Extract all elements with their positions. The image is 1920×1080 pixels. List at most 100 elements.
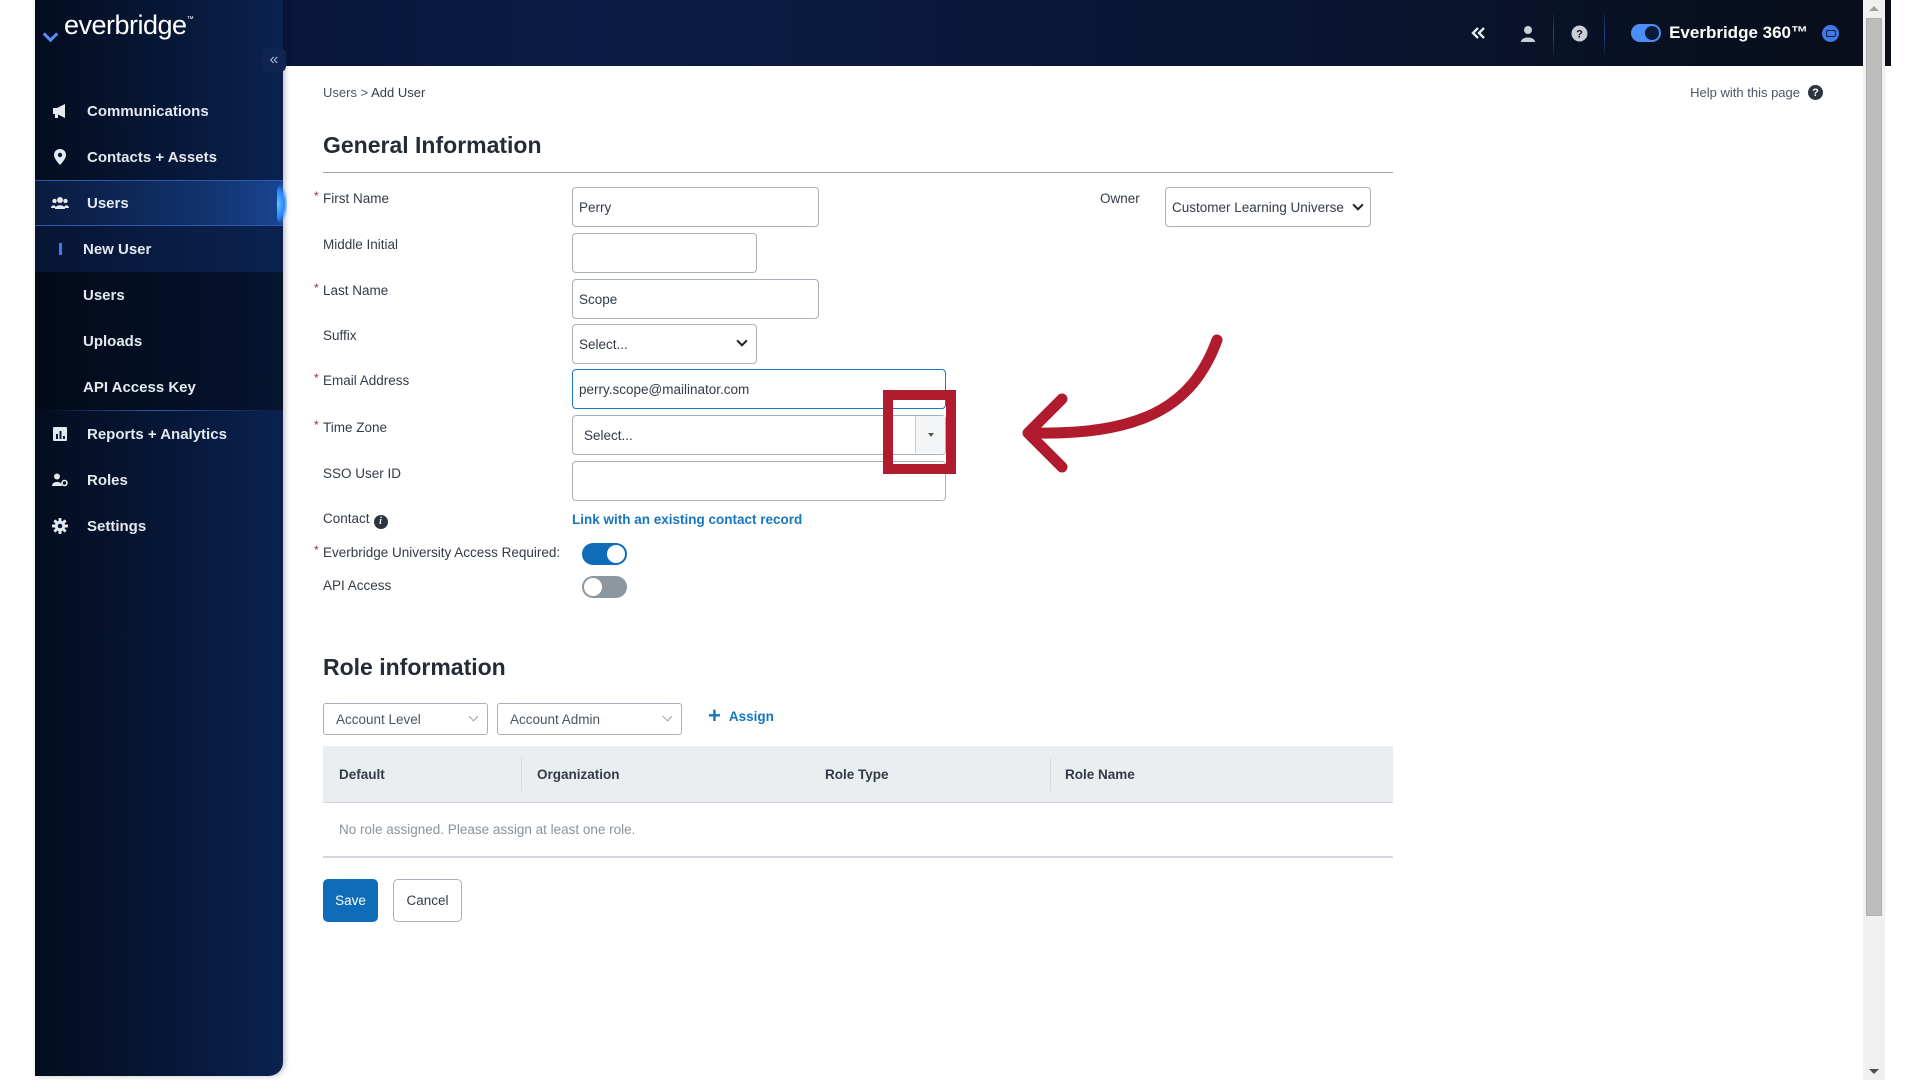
chevron-down-icon [1352, 199, 1364, 211]
university-access-toggle[interactable] [582, 543, 627, 565]
time-zone-value: Select... [584, 427, 633, 443]
help-circle-icon[interactable]: ? [1554, 0, 1604, 66]
scroll-down-arrow-icon[interactable] [1869, 1069, 1879, 1074]
app-root: ? Everbridge 360™ everbridge ™ Communica… [0, 0, 1920, 1080]
cancel-button[interactable]: Cancel [393, 879, 462, 922]
curved-arrow-icon [1022, 334, 1223, 473]
sidebar-item-label: Contacts + Assets [87, 148, 217, 166]
help-label: Help with this page [1690, 85, 1800, 100]
submenu-item-uploads[interactable]: Uploads [35, 318, 283, 364]
sidebar-item-settings[interactable]: Settings [35, 503, 283, 549]
sidebar-item-roles[interactable]: Roles [35, 457, 283, 503]
label-text: Everbridge University Access Required: [323, 545, 561, 560]
gear-icon [51, 517, 69, 535]
save-button[interactable]: Save [323, 879, 378, 922]
owner-label: Owner [1100, 191, 1140, 206]
submenu-item-label: Users [83, 286, 125, 304]
sidebar-item-label: Roles [87, 471, 128, 489]
submenu-item-api-access-key[interactable]: API Access Key [35, 364, 283, 410]
column-divider [521, 758, 522, 791]
label-text: First Name [323, 191, 390, 206]
double-chevron-left-icon[interactable] [1453, 0, 1503, 66]
middle-initial-input[interactable] [572, 233, 757, 273]
role-table-empty-message: No role assigned. Please assign at least… [339, 822, 636, 837]
sidebar-item-users[interactable]: Users [35, 180, 287, 226]
last-name-input[interactable]: Scope [572, 279, 819, 319]
submenu-item-label: New User [83, 240, 152, 258]
users-submenu: New User Users Uploads API Access Key [35, 226, 283, 410]
sidebar-item-label: Reports + Analytics [87, 425, 227, 443]
table-divider [323, 856, 1393, 858]
label-text: Time Zone [323, 420, 388, 435]
suffix-select[interactable]: Select... [572, 324, 757, 364]
email-label: * Email Address [314, 371, 410, 388]
logo-text: everbridge [64, 10, 187, 40]
column-header-default[interactable]: Default [339, 767, 385, 782]
plus-icon: + [708, 703, 721, 728]
sidebar-item-reports-analytics[interactable]: Reports + Analytics [35, 411, 283, 457]
map-pin-icon [51, 148, 69, 166]
account-level-select[interactable]: Account Level [323, 703, 488, 735]
chevron-down-icon [662, 711, 673, 722]
column-header-role-name[interactable]: Role Name [1065, 767, 1135, 782]
sidebar-item-label: Communications [87, 102, 209, 120]
account-level-value: Account Level [336, 711, 421, 727]
role-select[interactable]: Account Admin [497, 703, 682, 735]
assign-button[interactable]: + Assign [708, 703, 774, 728]
sidebar: everbridge ™ Communications Contacts + A… [35, 0, 287, 1076]
collapse-sidebar-button[interactable]: « [262, 48, 286, 72]
top-header: ? Everbridge 360™ [35, 0, 1891, 66]
users-icon [51, 194, 69, 212]
first-name-label: * First Name [314, 189, 390, 206]
api-access-toggle[interactable] [582, 576, 627, 598]
chart-icon [51, 425, 69, 443]
user-role-icon [51, 471, 69, 489]
column-header-organization[interactable]: Organization [537, 767, 620, 782]
breadcrumb-users-link[interactable]: Users [323, 85, 357, 100]
chevron-down-icon [736, 335, 748, 347]
brand-label: Everbridge 360™ [1669, 23, 1808, 42]
required-marker: * [314, 371, 319, 385]
submenu-item-new-user[interactable]: New User [35, 226, 283, 272]
first-name-input[interactable]: Perry [572, 187, 819, 227]
scrollbar-thumb[interactable] [1866, 18, 1882, 916]
sidebar-item-communications[interactable]: Communications [35, 88, 283, 134]
everbridge-logo[interactable]: everbridge ™ [45, 10, 194, 41]
highlight-box [883, 390, 956, 474]
logo-check-icon [45, 27, 63, 41]
chevron-down-icon [468, 711, 479, 722]
role-information-title: Role information [323, 654, 506, 680]
required-marker: * [314, 543, 319, 557]
submenu-item-label: Uploads [83, 332, 143, 350]
sidebar-item-label: Settings [87, 517, 147, 535]
last-name-label: * Last Name [314, 281, 388, 298]
contact-label: Contact i [323, 511, 388, 529]
brand-toggle-icon[interactable] [1631, 24, 1662, 42]
owner-select[interactable]: Customer Learning Universe [1165, 187, 1371, 227]
required-marker: * [314, 189, 319, 203]
help-circle-icon: ? [1808, 85, 1823, 100]
info-icon[interactable]: i [373, 514, 388, 529]
scroll-up-arrow-icon[interactable] [1869, 6, 1879, 11]
header-actions: ? Everbridge 360™ [1453, 0, 1853, 66]
chat-icon[interactable] [1822, 24, 1839, 42]
sidebar-item-label: Users [87, 194, 129, 212]
user-icon[interactable] [1503, 0, 1553, 66]
link-existing-contact[interactable]: Link with an existing contact record [572, 512, 802, 527]
column-header-role-type[interactable]: Role Type [825, 767, 889, 782]
suffix-label: Suffix [323, 328, 357, 343]
sidebar-item-contacts-assets[interactable]: Contacts + Assets [35, 134, 283, 180]
submenu-item-users[interactable]: Users [35, 272, 283, 318]
sidebar-nav: Communications Contacts + Assets Users N… [35, 88, 287, 549]
suffix-value: Select... [579, 336, 628, 352]
svg-text:?: ? [1576, 28, 1583, 40]
column-divider [1050, 758, 1051, 791]
help-link[interactable]: Help with this page ? [1690, 85, 1823, 100]
required-marker: * [314, 418, 319, 432]
brand-switcher[interactable]: Everbridge 360™ [1605, 23, 1853, 43]
last-name-value: Scope [579, 291, 618, 307]
double-chevron-left-icon: « [269, 51, 279, 68]
label-text: Email Address [323, 373, 410, 388]
breadcrumb-separator: > [360, 85, 369, 100]
vertical-scrollbar[interactable] [1863, 0, 1885, 1080]
